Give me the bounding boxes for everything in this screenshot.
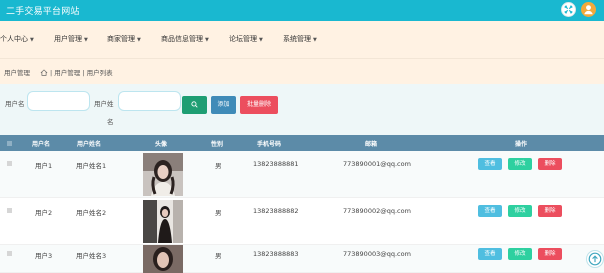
nav-item-user-management[interactable]: 用户管理 ▼ (54, 34, 88, 44)
cell-email: 773890002@qq.com (343, 207, 411, 215)
page-title: 用户管理 (4, 69, 30, 77)
cell-name: 用户姓名2 (76, 209, 107, 217)
chevron-down-icon: ▼ (84, 37, 88, 43)
view-button[interactable]: 查看 (478, 158, 502, 170)
name-label: 用户姓 (94, 100, 114, 108)
view-button[interactable]: 查看 (478, 205, 502, 217)
top-bar: 二手交易平台网站 (0, 0, 604, 21)
scroll-top-button[interactable] (586, 250, 604, 268)
col-email: 邮箱 (365, 141, 378, 148)
nav-label: 个人中心 (0, 35, 28, 43)
view-button[interactable]: 查看 (478, 248, 502, 260)
nav-item-merchant-management[interactable]: 商家管理 ▼ (107, 34, 141, 44)
chevron-down-icon: ▼ (205, 37, 209, 43)
cell-username: 用户2 (35, 209, 53, 217)
cell-name: 用户姓名3 (76, 252, 107, 260)
main-nav: 个人中心 ▼ 用户管理 ▼ 商家管理 ▼ 商品信息管理 ▼ 论坛管理 ▼ 系统管理 ▼ (0, 21, 604, 58)
breadcrumb: | 用户管理 | 用户列表 (40, 67, 113, 77)
search-bar (0, 84, 604, 135)
cell-email: 773890001@qq.com (343, 160, 411, 168)
add-button[interactable]: 添加 (211, 96, 236, 114)
nav-item-personal-center[interactable]: 个人中心 ▼ (0, 34, 34, 44)
nav-item-forum-management[interactable]: 论坛管理 ▼ (229, 34, 263, 44)
cell-username: 用户1 (35, 162, 53, 170)
select-all-checkbox[interactable] (7, 141, 12, 146)
cell-gender: 男 (215, 162, 222, 170)
search-icon (191, 101, 198, 108)
nav-label: 商品信息管理 (161, 35, 203, 43)
cell-email: 773890003@qq.com (343, 250, 411, 258)
col-actions: 操作 (515, 141, 528, 148)
chevron-down-icon: ▼ (137, 37, 141, 43)
edit-button[interactable]: 修改 (508, 248, 532, 260)
batch-delete-button[interactable]: 批量删除 (240, 96, 278, 114)
edit-button[interactable]: 修改 (508, 205, 532, 217)
nav-label: 论坛管理 (229, 35, 257, 43)
table-row: 用户3 用户姓名3 男 13823888883 773890003@qq.com… (0, 245, 604, 273)
nav-label: 系统管理 (283, 35, 311, 43)
delete-button[interactable]: 删除 (538, 158, 562, 170)
avatar (143, 245, 183, 273)
expand-icon[interactable] (561, 2, 576, 17)
table-header: 用户名 用户姓名 头像 性别 手机号码 邮箱 操作 (0, 135, 604, 151)
row-checkbox[interactable] (7, 251, 12, 256)
search-button[interactable] (182, 96, 207, 114)
chevron-down-icon: ▼ (259, 37, 263, 43)
row-checkbox[interactable] (7, 161, 12, 166)
table-row: 用户1 用户姓名1 男 13823888881 773890001@qq.com… (0, 151, 604, 198)
cell-gender: 男 (215, 209, 222, 217)
chevron-down-icon: ▼ (313, 37, 317, 43)
nav-item-product-management[interactable]: 商品信息管理 ▼ (161, 34, 209, 44)
delete-button[interactable]: 删除 (538, 205, 562, 217)
user-avatar-icon[interactable] (581, 2, 596, 17)
table-row: 用户2 用户姓名2 男 13823888882 773890002@qq.com… (0, 198, 604, 245)
row-checkbox[interactable] (7, 208, 12, 213)
breadcrumb-path: | 用户管理 | 用户列表 (50, 69, 113, 77)
col-gender: 性别 (211, 141, 224, 148)
cell-username: 用户3 (35, 252, 53, 260)
breadcrumb-bar: 用户管理 | 用户管理 | 用户列表 (0, 58, 604, 84)
delete-button[interactable]: 删除 (538, 248, 562, 260)
arrow-up-icon (588, 252, 602, 266)
col-username: 用户名 (32, 141, 51, 148)
name-input[interactable] (118, 91, 181, 111)
chevron-down-icon: ▼ (30, 37, 34, 43)
cell-phone: 13823888882 (253, 207, 299, 215)
col-phone: 手机号码 (257, 141, 282, 148)
username-label: 用户名 (5, 100, 25, 108)
cell-name: 用户姓名1 (76, 162, 107, 170)
nav-label: 商家管理 (107, 35, 135, 43)
cell-gender: 男 (215, 252, 222, 260)
col-avatar: 头像 (155, 141, 168, 148)
name-label-wrap: 名 (107, 118, 114, 126)
home-icon[interactable] (40, 69, 48, 76)
nav-item-system-management[interactable]: 系统管理 ▼ (283, 34, 317, 44)
avatar (143, 153, 183, 196)
nav-label: 用户管理 (54, 35, 82, 43)
app-title: 二手交易平台网站 (6, 7, 80, 17)
col-name: 用户姓名 (77, 141, 102, 148)
avatar (143, 200, 183, 243)
cell-phone: 13823888883 (253, 250, 299, 258)
edit-button[interactable]: 修改 (508, 158, 532, 170)
cell-phone: 13823888881 (253, 160, 299, 168)
username-input[interactable] (27, 91, 90, 111)
